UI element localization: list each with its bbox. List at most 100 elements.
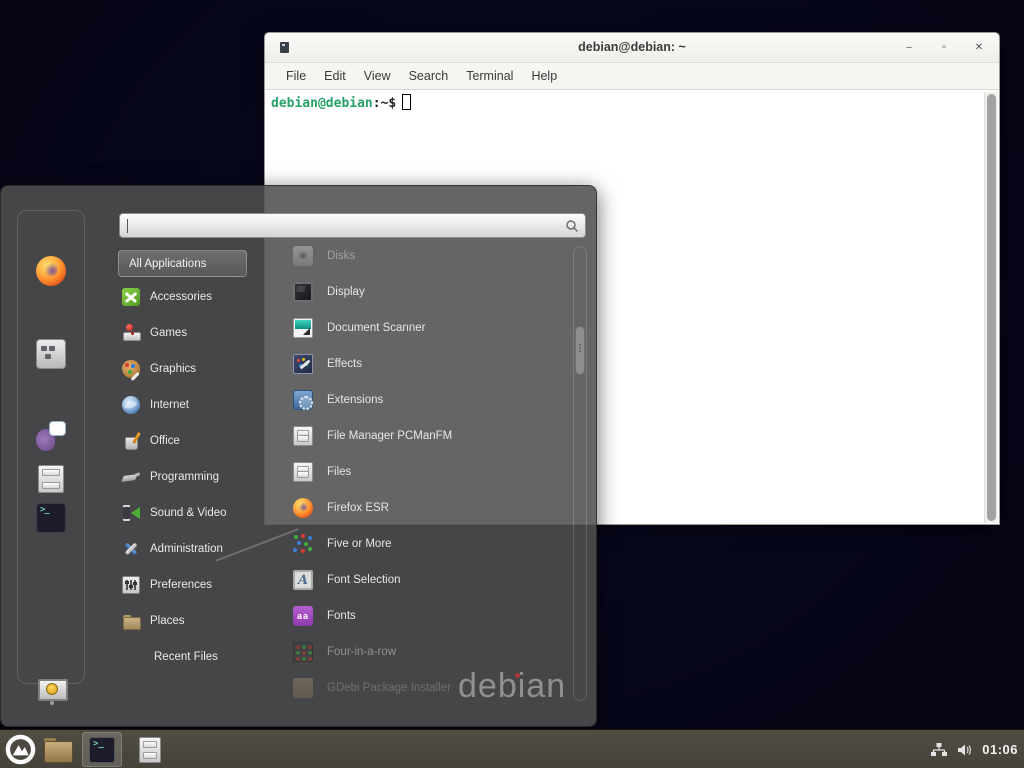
terminal-titlebar[interactable]: debian@debian: ~ – ▫ ✕ [265, 33, 999, 63]
menu-search[interactable]: Search [400, 65, 458, 87]
app-item-font-selection[interactable]: A Font Selection [285, 562, 573, 598]
menu-edit[interactable]: Edit [315, 65, 355, 87]
category-label: Preferences [150, 579, 212, 591]
category-label: Administration [150, 543, 223, 555]
volume-icon[interactable] [956, 742, 974, 758]
disks-icon [293, 246, 313, 266]
fonts-icon: aa [293, 606, 313, 626]
system-tray: 01:06 [930, 730, 1024, 768]
file-manager-favorite-icon[interactable] [38, 465, 64, 493]
app-item-label: Fonts [327, 610, 356, 622]
category-recent-files[interactable]: Recent Files [118, 639, 278, 675]
terminal-scrollbar[interactable] [984, 92, 998, 523]
terminal-icon [89, 737, 115, 763]
app-item-label: Extensions [327, 394, 383, 406]
app-item-effects[interactable]: Effects [285, 346, 573, 382]
close-button[interactable]: ✕ [973, 43, 985, 53]
search-input[interactable] [120, 214, 585, 237]
category-label: Recent Files [154, 651, 218, 663]
internet-icon [122, 396, 140, 414]
prompt-user-host: debian@debian [271, 96, 373, 111]
app-item-label: Disks [327, 250, 355, 262]
terminal-scrollbar-thumb[interactable] [987, 94, 996, 521]
search-icon [565, 219, 579, 233]
app-item-document-scanner[interactable]: Document Scanner [285, 310, 573, 346]
app-item-files[interactable]: Files [285, 454, 573, 490]
file-cabinet-icon [139, 737, 161, 763]
category-accessories[interactable]: Accessories [118, 279, 278, 315]
application-list: Disks Display Document Scanner Effects E… [285, 238, 573, 706]
category-internet[interactable]: Internet [118, 387, 278, 423]
app-item-fonts[interactable]: aa Fonts [285, 598, 573, 634]
category-label: Programming [150, 471, 219, 483]
maximize-button[interactable]: ▫ [938, 43, 950, 53]
display-icon [293, 282, 313, 302]
file-cabinet-icon [293, 462, 313, 482]
sound-video-icon [122, 504, 140, 522]
file-cabinet-taskbar-button[interactable] [133, 730, 167, 768]
category-sound-video[interactable]: Sound & Video [118, 495, 278, 531]
app-item-label: Firefox ESR [327, 502, 389, 514]
clock[interactable]: 01:06 [982, 742, 1018, 757]
places-folder-icon [122, 612, 140, 630]
menu-file[interactable]: File [277, 65, 315, 87]
terminal-favorite-icon[interactable] [36, 503, 66, 533]
accessories-icon [122, 288, 140, 306]
terminal-menubar: File Edit View Search Terminal Help [265, 63, 999, 90]
app-item-label: Document Scanner [327, 322, 425, 334]
taskbar: 01:06 [0, 729, 1024, 768]
pidgin-favorite-icon[interactable] [36, 421, 66, 451]
firefox-icon [293, 498, 313, 518]
network-icon[interactable] [930, 742, 948, 758]
category-programming[interactable]: Programming [118, 459, 278, 495]
app-item-display[interactable]: Display [285, 274, 573, 310]
application-menu: debian All Applications [0, 185, 597, 727]
app-item-disks[interactable]: Disks [285, 238, 573, 274]
software-favorite-icon[interactable] [36, 339, 66, 369]
app-item-file-manager-pcmanfm[interactable]: File Manager PCManFM [285, 418, 573, 454]
app-item-gdebi[interactable]: GDebi Package Installer [285, 670, 573, 706]
app-item-four-in-a-row[interactable]: Four-in-a-row [285, 634, 573, 670]
menu-terminal[interactable]: Terminal [457, 65, 522, 87]
category-administration[interactable]: Administration [118, 531, 278, 567]
five-or-more-icon [293, 534, 313, 554]
category-label: Accessories [150, 291, 212, 303]
graphics-icon [122, 360, 140, 378]
terminal-taskbar-button[interactable] [82, 732, 122, 767]
category-places[interactable]: Places [118, 603, 278, 639]
menu-scrollbar[interactable] [573, 246, 587, 701]
category-games[interactable]: Games [118, 315, 278, 351]
programming-icon [122, 468, 140, 486]
extensions-icon [293, 390, 313, 410]
app-item-label: Font Selection [327, 574, 401, 586]
firefox-favorite-icon[interactable] [36, 256, 66, 286]
all-applications-label: All Applications [129, 258, 206, 270]
menu-help[interactable]: Help [522, 65, 566, 87]
gdebi-icon [293, 678, 313, 698]
category-label: Sound & Video [150, 507, 227, 519]
menu-view[interactable]: View [355, 65, 400, 87]
app-item-five-or-more[interactable]: Five or More [285, 526, 573, 562]
file-manager-taskbar-button[interactable] [40, 730, 76, 768]
start-menu-icon [5, 734, 36, 765]
app-item-extensions[interactable]: Extensions [285, 382, 573, 418]
category-preferences[interactable]: Preferences [118, 567, 278, 603]
desktop: debian@debian: ~ – ▫ ✕ File Edit View Se… [0, 0, 1024, 768]
shell-prompt: debian@debian:~$ [271, 94, 411, 111]
preferences-icon [122, 576, 140, 594]
app-item-label: Display [327, 286, 365, 298]
app-item-label: Effects [327, 358, 362, 370]
menu-scrollbar-thumb[interactable] [575, 326, 585, 375]
all-applications-button[interactable]: All Applications [118, 250, 247, 277]
category-label: Graphics [150, 363, 196, 375]
category-graphics[interactable]: Graphics [118, 351, 278, 387]
start-menu-button[interactable] [2, 730, 38, 768]
search-box [119, 213, 586, 238]
category-label: Games [150, 327, 187, 339]
lock-screen-icon[interactable] [36, 678, 66, 708]
minimize-button[interactable]: – [903, 43, 915, 53]
category-office[interactable]: Office [118, 423, 278, 459]
font-selection-icon: A [293, 570, 313, 590]
app-item-firefox-esr[interactable]: Firefox ESR [285, 490, 573, 526]
administration-icon [122, 540, 140, 558]
